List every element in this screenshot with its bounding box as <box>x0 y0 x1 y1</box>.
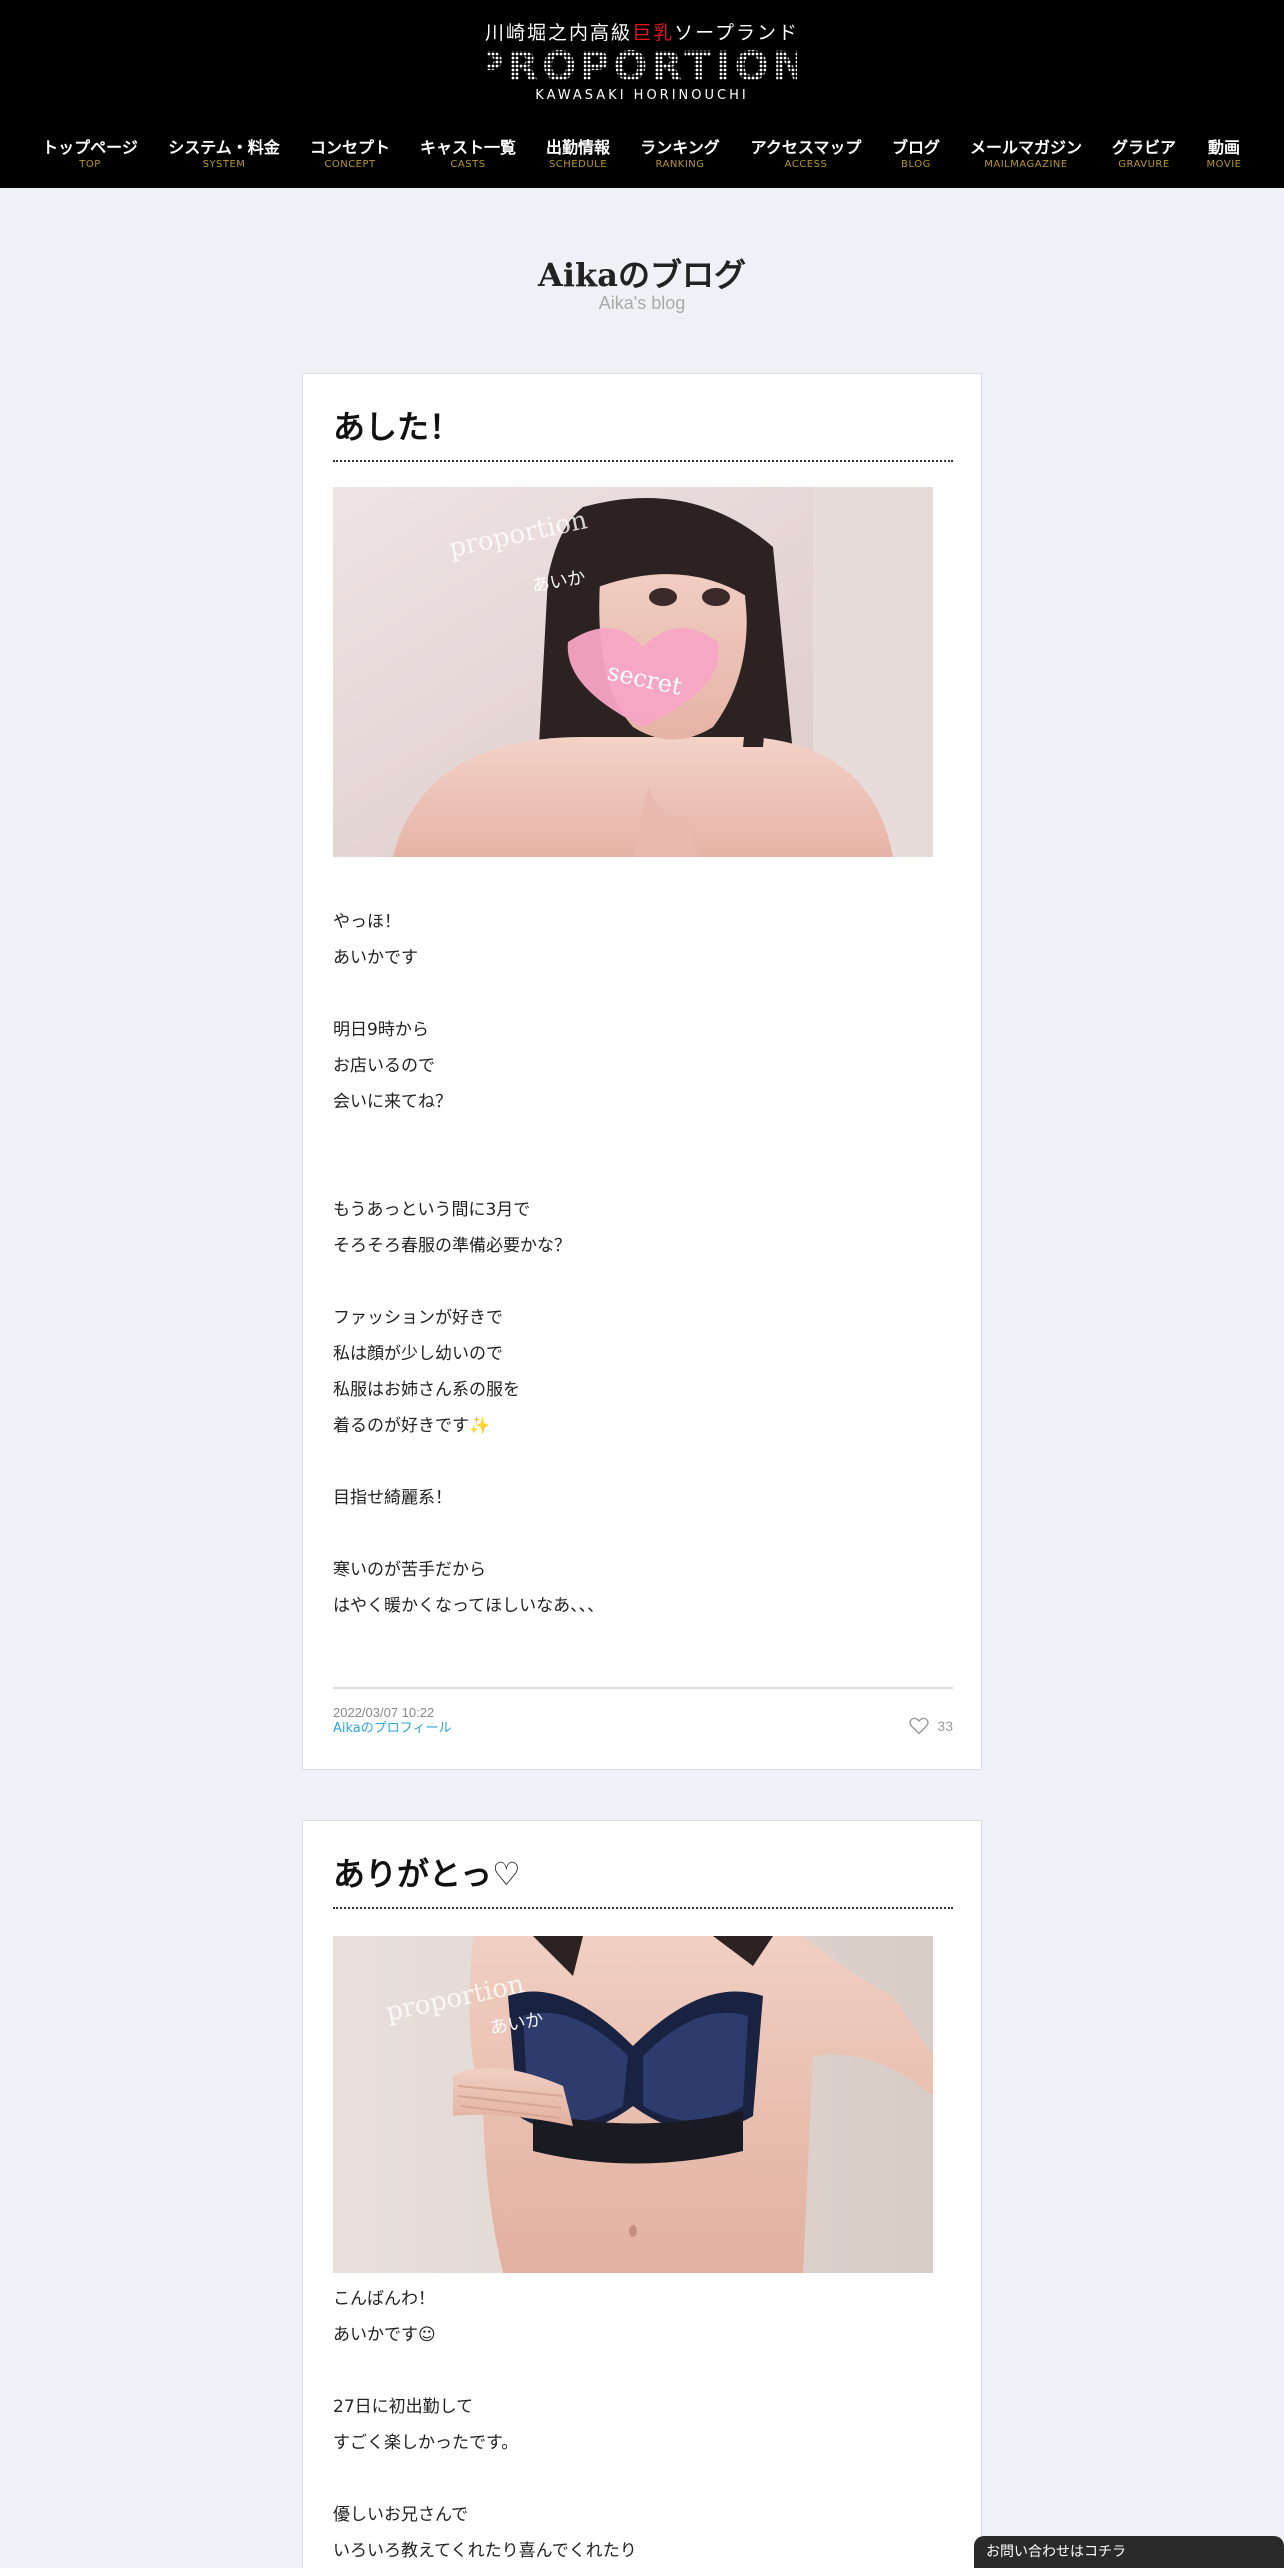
nav-item-access[interactable]: アクセスマップ ACCESS <box>750 138 862 172</box>
nav-label: 動画 <box>1207 138 1240 157</box>
post-text-line: こんばんわ！ <box>333 2289 435 2309</box>
post-body: こんばんわ！ あいかです☺ 27日に初出勤して すごく楽しかったです。 優しいお… <box>333 2281 953 2568</box>
nav-label: ランキング <box>640 138 720 157</box>
nav-item-top[interactable]: トップページ TOP <box>42 138 138 172</box>
post-text-line <box>333 1444 953 1480</box>
post-text-line: すごく楽しかったです。 <box>333 2433 519 2453</box>
nav-sublabel: SYSTEM <box>202 159 246 170</box>
nav-item-movie[interactable]: 動画 MOVIE <box>1204 138 1244 172</box>
post-photo-image: proportion あいか <box>333 1936 933 2273</box>
site-header: 川崎堀之内高級巨乳ソープランド PROPORTION KAWASAKI HORI… <box>0 0 1284 188</box>
nav-label: メールマガジン <box>970 138 1083 157</box>
nav-sublabel: ACCESS <box>784 159 828 170</box>
nav-sublabel: MAILMAGAZINE <box>984 159 1068 170</box>
blog-post: あした！ secret proportion あいか やっほ！ あいかです 明日… <box>302 373 982 1770</box>
nav-sublabel: CONCEPT <box>324 159 376 170</box>
nav-label: ブログ <box>892 138 941 157</box>
post-text-line: そろそろ春服の準備必要かな？ <box>333 1236 571 1256</box>
post-text-line: 目指せ綺麗系！ <box>333 1488 452 1508</box>
post-photo-image: secret proportion あいか <box>333 487 933 857</box>
nav-sublabel: MOVIE <box>1206 159 1242 170</box>
nav-sublabel: BLOG <box>901 159 931 170</box>
post-title: ありがとっ♡ <box>333 1849 953 1909</box>
tagline-part-1: 川崎堀之内高級 <box>485 22 633 44</box>
post-text-line: 優しいお兄さんで <box>333 2505 469 2525</box>
post-text-line <box>333 2353 953 2389</box>
post-text-line: あいかです <box>333 948 418 968</box>
like-count: 33 <box>937 1718 953 1734</box>
nav-item-blog[interactable]: ブログ BLOG <box>892 138 940 172</box>
post-text-line: はやく暖かくなってほしいなあ、、、 <box>333 1596 605 1616</box>
post-date: 2022/03/07 10:22 <box>333 1705 435 1720</box>
post-text-line <box>333 1516 953 1552</box>
heart-icon <box>909 1717 930 1735</box>
post-text-line <box>333 1120 953 1156</box>
page-subtitle: Aika's blog <box>598 293 686 313</box>
nav-item-ranking[interactable]: ランキング RANKING <box>640 138 720 172</box>
page-title: Aikaのブログ <box>538 256 746 294</box>
post-text-line: ファッションが好きで <box>333 1308 503 1328</box>
logo-subtitle: KAWASAKI HORINOUCHI <box>535 88 749 103</box>
nav-item-system[interactable]: システム・料金 SYSTEM <box>168 138 280 172</box>
post-text-line: 私は顔が少し幼いので <box>333 1344 503 1364</box>
nav-sublabel: SCHEDULE <box>548 159 608 170</box>
post-photo[interactable]: secret proportion あいか <box>333 487 933 857</box>
nav-item-mailmagazine[interactable]: メールマガジン MAILMAGAZINE <box>970 138 1082 172</box>
site-logo[interactable]: PROPORTION <box>487 44 797 86</box>
post-text-line: 27日に初出勤して <box>333 2397 474 2417</box>
nav-label: 出勤情報 <box>546 138 611 157</box>
tagline-part-2: ソープランド <box>674 22 799 44</box>
post-text-line: 寒いのが苦手だから <box>333 1560 486 1580</box>
post-photo[interactable]: proportion あいか <box>333 1936 933 2273</box>
nav-item-gravure[interactable]: グラビア GRAVURE <box>1112 138 1176 172</box>
post-footer: 2022/03/07 10:22 Aikaのプロフィール 33 <box>333 1687 953 1737</box>
like-button[interactable]: 33 <box>909 1717 953 1735</box>
post-text-line: あいかです☺ <box>333 2325 436 2345</box>
contact-tab-button[interactable]: お問い合わせはコチラ <box>974 2536 1284 2568</box>
post-text-line: お店いるので <box>333 1056 435 1076</box>
nav-item-casts[interactable]: キャスト一覧 CASTS <box>420 138 516 172</box>
nav-label: アクセスマップ <box>750 138 862 157</box>
tagline-highlight: 巨乳 <box>632 22 675 44</box>
post-text-line <box>333 976 953 1012</box>
post-body: やっほ！ あいかです 明日9時から お店いるので 会いに来てね？ もうあっという… <box>333 904 953 1624</box>
nav-label: トップページ <box>42 138 138 157</box>
nav-item-schedule[interactable]: 出勤情報 SCHEDULE <box>546 138 610 172</box>
post-text-line <box>333 1264 953 1300</box>
nav-sublabel: RANKING <box>655 159 705 170</box>
post-text-line: 着るのが好きです✨ <box>333 1416 491 1436</box>
post-title: あした！ <box>333 402 953 462</box>
post-text-line: 明日9時から <box>333 1020 429 1040</box>
nav-label: コンセプト <box>310 138 391 157</box>
nav-sublabel: CASTS <box>450 159 486 170</box>
post-text-line <box>333 2461 953 2497</box>
blog-post: ありがとっ♡ proportion あいか こんばんわ！ あいかです☺ 27日に… <box>302 1820 982 2568</box>
post-text-line: やっほ！ <box>333 912 401 932</box>
main-nav: トップページ TOP システム・料金 SYSTEM コンセプト CONCEPT … <box>0 138 1284 178</box>
logo-tagline: 川崎堀之内高級巨乳ソープランド <box>0 18 1284 45</box>
nav-label: キャスト一覧 <box>420 138 517 157</box>
post-text-line: もうあっという間に3月で <box>333 1200 531 1220</box>
nav-sublabel: TOP <box>79 159 101 170</box>
post-text-line: 会いに来てね？ <box>333 1092 452 1112</box>
nav-sublabel: GRAVURE <box>1118 159 1170 170</box>
post-text-line: 私服はお姉さん系の服を <box>333 1380 520 1400</box>
logo-wordmark: PROPORTION <box>487 44 797 86</box>
post-text-line <box>333 1156 953 1192</box>
post-text-line: いろいろ教えてくれたり喜んでくれたり <box>333 2541 637 2561</box>
nav-label: グラビア <box>1112 138 1177 157</box>
nav-item-concept[interactable]: コンセプト CONCEPT <box>310 138 390 172</box>
profile-link[interactable]: Aikaのプロフィール <box>333 1721 953 1737</box>
nav-label: システム・料金 <box>168 138 280 157</box>
